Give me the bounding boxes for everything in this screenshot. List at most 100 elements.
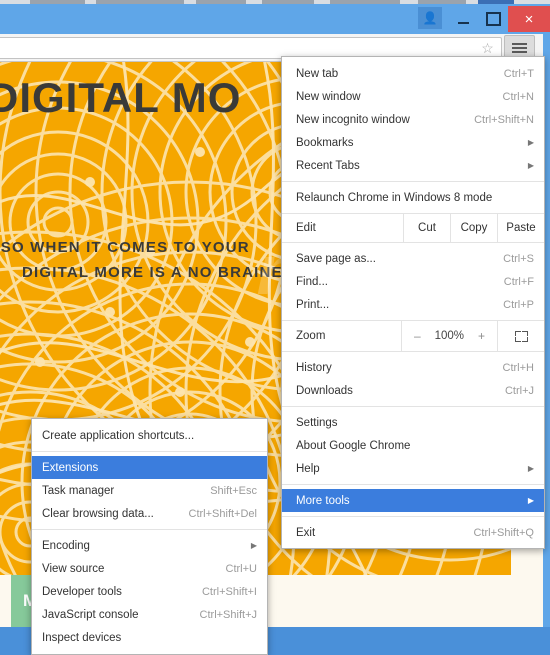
window-controls: 👤 × (418, 6, 550, 34)
chevron-right-icon: ▶ (527, 464, 534, 473)
menu-item-accelerator: Ctrl+P (503, 298, 534, 311)
menu-item-label: Exit (296, 526, 316, 539)
close-button[interactable]: × (508, 6, 550, 32)
person-glyph: 👤 (422, 11, 438, 25)
chrome-main-menu: New tab Ctrl+T New window Ctrl+N New inc… (281, 56, 545, 549)
menu-separator (282, 516, 544, 517)
menu-item-label: View source (42, 562, 105, 575)
submenu-item-javascript-console[interactable]: JavaScript console Ctrl+Shift+J (32, 603, 267, 626)
submenu-item-clear-browsing-data[interactable]: Clear browsing data... Ctrl+Shift+Del (32, 502, 267, 525)
submenu-item-create-application-shortcuts[interactable]: Create application shortcuts... (32, 424, 267, 447)
title-bar: 👤 × (0, 4, 550, 34)
chevron-right-icon: ▶ (527, 496, 534, 505)
menu-item-downloads[interactable]: Downloads Ctrl+J (282, 379, 544, 402)
menu-item-new-tab[interactable]: New tab Ctrl+T (282, 62, 544, 85)
menu-separator (32, 529, 267, 530)
menu-item-label: New tab (296, 67, 339, 80)
submenu-item-inspect-devices[interactable]: Inspect devices (32, 626, 267, 649)
menu-item-label: Help (296, 462, 320, 475)
menu-item-exit[interactable]: Exit Ctrl+Shift+Q (282, 521, 544, 544)
menu-item-relaunch-windows8-mode[interactable]: Relaunch Chrome in Windows 8 mode (282, 186, 544, 209)
submenu-item-extensions[interactable]: Extensions (32, 456, 267, 479)
menu-item-accelerator: Ctrl+Shift+Del (188, 507, 257, 520)
menu-item-accelerator: Ctrl+U (225, 562, 257, 575)
submenu-item-developer-tools[interactable]: Developer tools Ctrl+Shift+I (32, 580, 267, 603)
minimize-button[interactable] (448, 6, 478, 32)
menu-item-accelerator: Shift+Esc (210, 484, 257, 497)
menu-item-recent-tabs[interactable]: Recent Tabs ▶ (282, 154, 544, 177)
menu-item-label: Encoding (42, 539, 90, 552)
menu-item-find[interactable]: Find... Ctrl+F (282, 270, 544, 293)
menu-item-label: Task manager (42, 484, 115, 497)
menu-item-label: More tools (296, 494, 350, 507)
menu-item-about-google-chrome[interactable]: About Google Chrome (282, 434, 544, 457)
cut-button[interactable]: Cut (403, 214, 450, 242)
zoom-out-button[interactable]: – (414, 329, 421, 343)
zoom-level-value: 100% (434, 330, 465, 342)
bookmark-star-icon[interactable]: ☆ (480, 41, 495, 56)
menu-item-label: Inspect devices (42, 631, 122, 644)
menu-item-new-window[interactable]: New window Ctrl+N (282, 85, 544, 108)
zoom-label: Zoom (296, 330, 326, 342)
menu-item-label: Recent Tabs (296, 159, 360, 172)
menu-item-label: New incognito window (296, 113, 410, 126)
chevron-right-icon: ▶ (527, 161, 534, 170)
menu-item-accelerator: Ctrl+Shift+N (474, 113, 534, 126)
fullscreen-button[interactable] (497, 321, 544, 351)
menu-item-history[interactable]: History Ctrl+H (282, 356, 544, 379)
browser-window: 👤 × ☆ DIGITAL MO . SO WHEN IT COMES TO Y… (0, 0, 550, 655)
menu-item-label: Bookmarks (296, 136, 354, 149)
menu-item-label: Create application shortcuts... (42, 429, 195, 442)
close-icon: × (524, 10, 534, 28)
submenu-item-view-source[interactable]: View source Ctrl+U (32, 557, 267, 580)
menu-item-label: Extensions (42, 461, 99, 474)
menu-item-label: Clear browsing data... (42, 507, 154, 520)
menu-separator (282, 406, 544, 407)
submenu-item-task-manager[interactable]: Task manager Shift+Esc (32, 479, 267, 502)
menu-item-accelerator: Ctrl+T (503, 67, 534, 80)
menu-item-label: Find... (296, 275, 328, 288)
edit-row: Edit Cut Copy Paste (282, 213, 544, 243)
submenu-item-encoding[interactable]: Encoding ▶ (32, 534, 267, 557)
menu-item-help[interactable]: Help ▶ (282, 457, 544, 480)
menu-separator (32, 451, 267, 452)
minimize-icon (457, 21, 469, 24)
hamburger-icon-line (512, 51, 527, 53)
hamburger-icon-line (512, 43, 527, 45)
maximize-button[interactable] (478, 6, 508, 32)
menu-item-accelerator: Ctrl+S (503, 252, 534, 265)
paste-button[interactable]: Paste (497, 214, 544, 242)
hero-headline: DIGITAL MO (0, 74, 242, 121)
menu-item-label: Save page as... (296, 252, 376, 265)
menu-item-label: About Google Chrome (296, 439, 411, 452)
edit-label: Edit (296, 222, 316, 234)
hero-subline-1: . SO WHEN IT COMES TO YOUR (0, 239, 250, 256)
menu-item-label: Relaunch Chrome in Windows 8 mode (296, 191, 493, 204)
menu-item-accelerator: Ctrl+H (502, 361, 534, 374)
profile-avatar-icon[interactable]: 👤 (418, 7, 442, 29)
zoom-row: Zoom – 100% + (282, 320, 544, 352)
menu-item-print[interactable]: Print... Ctrl+P (282, 293, 544, 316)
menu-separator (282, 181, 544, 182)
maximize-icon (485, 12, 501, 26)
menu-item-label: Print... (296, 298, 330, 311)
menu-item-label: Settings (296, 416, 338, 429)
menu-item-label: History (296, 361, 332, 374)
menu-item-accelerator: Ctrl+Shift+I (201, 585, 257, 598)
zoom-in-button[interactable]: + (478, 329, 485, 343)
hamburger-icon-line (512, 47, 527, 49)
chevron-right-icon: ▶ (527, 138, 534, 147)
menu-item-save-page-as[interactable]: Save page as... Ctrl+S (282, 247, 544, 270)
menu-item-label: New window (296, 90, 361, 103)
menu-item-more-tools[interactable]: More tools ▶ (282, 489, 544, 512)
menu-item-bookmarks[interactable]: Bookmarks ▶ (282, 131, 544, 154)
menu-item-label: JavaScript console (42, 608, 139, 621)
menu-item-new-incognito-window[interactable]: New incognito window Ctrl+Shift+N (282, 108, 544, 131)
menu-item-accelerator: Ctrl+Shift+J (199, 608, 257, 621)
menu-item-label: Downloads (296, 384, 353, 397)
menu-item-settings[interactable]: Settings (282, 411, 544, 434)
zoom-controls: – 100% + (401, 321, 497, 351)
more-tools-submenu: Create application shortcuts... Extensio… (31, 418, 268, 655)
copy-button[interactable]: Copy (450, 214, 497, 242)
chevron-right-icon: ▶ (250, 541, 257, 550)
